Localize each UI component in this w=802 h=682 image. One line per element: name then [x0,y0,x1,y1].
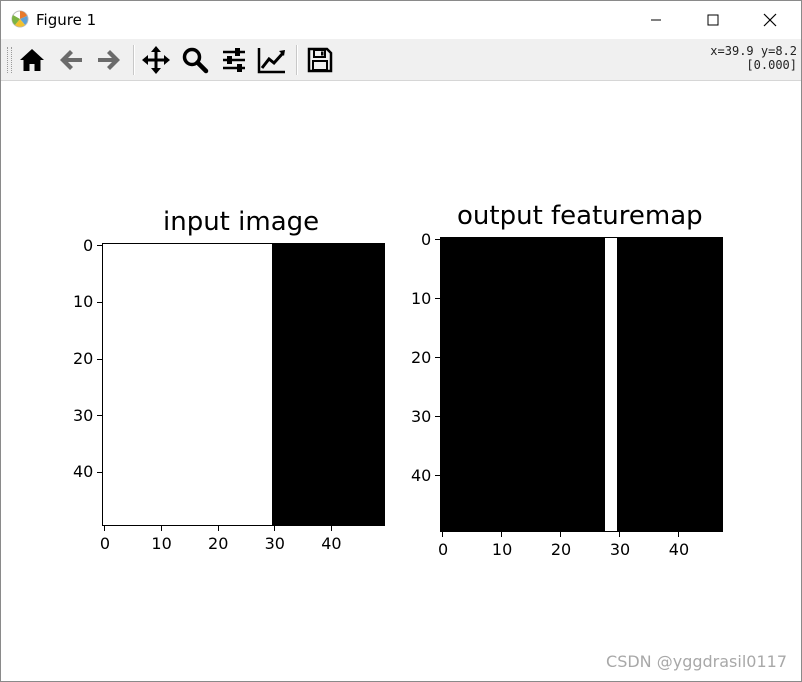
x-tick [501,532,503,537]
y-tick [435,298,440,300]
configure-subplots-icon [223,48,245,72]
axes2-title: output featuremap [457,201,703,231]
y-tick-label: 0 [421,229,432,249]
matplotlib-app-icon [11,10,29,28]
toolbar-separator [296,45,298,75]
axes2-image[interactable]: 0 10 20 30 40 0 10 20 30 40 [411,231,723,558]
x-tick [217,526,219,531]
y-tick [97,471,102,473]
toolbar-grip[interactable] [7,47,12,73]
x-tick-label: 0 [99,534,111,553]
x-tick-label: 40 [668,540,690,559]
x-tick [678,532,680,537]
axes1-title: input image [163,207,320,237]
home-icon [20,49,44,71]
x-tick [330,526,332,531]
x-tick-label: 0 [437,540,449,559]
y-tick-label: 30 [411,406,432,426]
toolbar-separator [133,45,135,75]
window-title: Figure 1 [36,11,97,29]
cursor-coordinates: x=39.9 y=8.2 [0.000] [710,44,797,72]
title-bar[interactable]: Figure 1 [1,1,801,38]
forward-button[interactable] [92,43,126,77]
y-tick [435,357,440,359]
close-icon [763,13,777,26]
x-tick-label: 30 [264,534,285,553]
maximize-button[interactable] [690,1,736,38]
figure-canvas[interactable]: input image 0 10 20 30 40 0 10 20 30 40 output fe… [1,81,801,681]
x-tick-label: 20 [550,540,572,559]
figure-window: Figure 1 x=39.9 y=8.2 [0.000] input imag… [0,0,802,682]
y-tick-label: 40 [411,465,432,485]
forward-arrow-icon [98,50,120,70]
close-button[interactable] [747,1,793,38]
back-button[interactable] [54,43,88,77]
navigation-toolbar: x=39.9 y=8.2 [0.000] [1,39,801,81]
x-tick-label: 30 [609,540,631,559]
back-arrow-icon [60,50,82,70]
save-icon [307,47,333,73]
coordinate-readout: x=39.9 y=8.2 [710,44,797,58]
y-tick-label: 30 [73,405,94,425]
home-button[interactable] [15,43,49,77]
zoom-icon [182,47,209,74]
maximize-icon [707,14,719,25]
axes1-image[interactable]: 0 10 20 30 40 0 10 20 30 40 [73,237,385,552]
axes-frame [102,243,385,526]
configure-subplots-button[interactable] [217,43,251,77]
zoom-button[interactable] [178,43,212,77]
y-tick-label: 0 [83,235,94,255]
pan-icon [142,46,170,74]
save-button[interactable] [303,43,337,77]
watermark-text: CSDN @yggdrasil0117 [606,652,787,671]
x-tick [442,532,444,537]
pixel-value-readout: [0.000] [746,58,797,72]
minimize-button[interactable] [633,1,679,38]
x-tick [619,532,621,537]
y-tick [97,245,102,247]
x-tick-label: 20 [208,534,229,553]
edit-axis-icon [257,48,285,74]
y-tick [97,358,102,360]
y-tick [435,239,440,241]
y-tick-label: 40 [73,462,94,482]
y-tick-label: 20 [411,347,432,367]
axes-frame [440,237,723,532]
x-tick [160,526,162,531]
y-tick [97,301,102,303]
x-tick [274,526,276,531]
y-tick [435,475,440,477]
x-tick [104,526,106,531]
y-tick-label: 20 [73,349,94,369]
x-tick-label: 40 [321,534,342,553]
y-tick [97,415,102,417]
x-tick [560,532,562,537]
edit-axis-button[interactable] [255,43,289,77]
y-tick [435,416,440,418]
x-tick-label: 10 [491,540,513,559]
x-tick-label: 10 [151,534,172,553]
y-tick-label: 10 [73,292,94,312]
pan-button[interactable] [139,43,173,77]
minimize-icon [651,19,661,20]
y-tick-label: 10 [411,288,432,308]
